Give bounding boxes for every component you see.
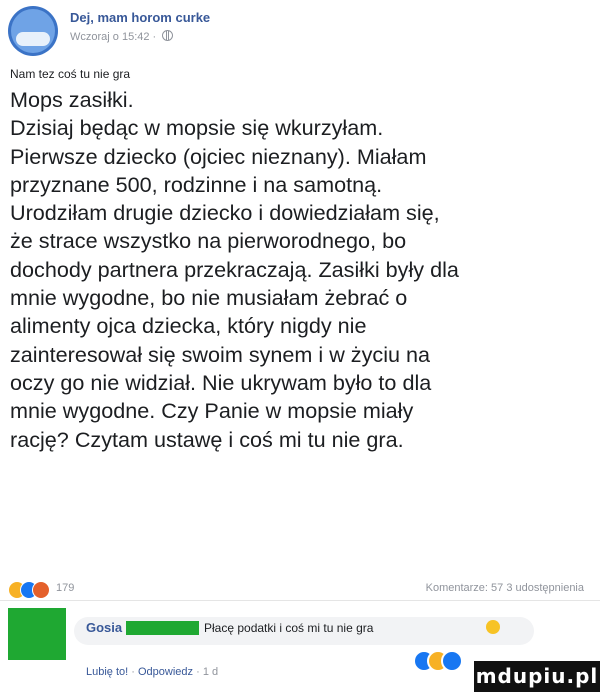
- avatar-cloud-icon: [16, 32, 50, 46]
- redaction-block: [126, 621, 199, 635]
- post-line: zainteresował się swoim synem i w życiu …: [10, 341, 431, 367]
- reaction-count[interactable]: 179: [56, 582, 74, 594]
- post-line: alimenty ojca dziecka, który nigdy nie: [10, 313, 367, 339]
- post-line: Urodziłam drugie dziecko i dowiedziałam …: [10, 200, 440, 226]
- post-line: dochody partnera przekraczają. Zasiłki b…: [10, 256, 459, 282]
- post-line: Pierwsze dziecko (ojciec nieznany). Miał…: [10, 143, 427, 169]
- post-meta: Wczoraj o 15:42 ·: [70, 30, 174, 43]
- page-avatar[interactable]: [8, 6, 58, 56]
- page-name-link[interactable]: Dej, mam horom curke: [70, 10, 210, 25]
- like-icon: [441, 650, 463, 672]
- comment-actions: Lubię to! · Odpowiedz · 1 d: [86, 666, 219, 678]
- comment-time[interactable]: 1 d: [203, 666, 218, 678]
- post-line: oczy go nie widział. Nie ukrywam było to…: [10, 369, 432, 395]
- post-line: przyznane 500, rodzinne i na samotną.: [10, 171, 383, 197]
- comment-text: Płacę podatki i coś mi tu nie gra: [204, 621, 374, 635]
- comment-reactions[interactable]: [413, 648, 473, 672]
- angry-icon: [32, 581, 50, 599]
- post-line: rację? Czytam ustawę i coś mi tu nie gra…: [10, 426, 404, 452]
- comments-shares-count[interactable]: Komentarze: 57 3 udostępnienia: [426, 582, 584, 594]
- post-header: Dej, mam horom curke Wczoraj o 15:42 ·: [8, 6, 592, 58]
- commenter-avatar[interactable]: [8, 608, 66, 660]
- globe-icon: [162, 30, 174, 41]
- post-line: mnie wygodne. Czy Panie w mopsie miały: [10, 398, 414, 424]
- post-line: mnie wygodne, bo nie musiałam żebrać o: [10, 285, 408, 311]
- divider: [0, 600, 600, 601]
- avatar-sky-icon: [11, 9, 55, 53]
- watermark: mdupiu.pl: [474, 661, 600, 692]
- post-line: że strace wszystko na pierworodnego, bo: [10, 228, 407, 254]
- comment-author[interactable]: Gosia: [86, 620, 122, 635]
- post-stats: 179 Komentarze: 57 3 udostępnienia: [8, 580, 592, 600]
- smile-emoji-icon: [486, 620, 500, 634]
- reply-link[interactable]: Odpowiedz: [138, 666, 193, 678]
- post-line: Dzisiaj będąc w mopsie się wkurzyłam.: [10, 115, 384, 141]
- like-link[interactable]: Lubię to!: [86, 666, 128, 678]
- post-line: Mops zasiłki.: [10, 87, 134, 112]
- post-body: Mops zasiłki. Dzisiaj będąc w mopsie się…: [10, 86, 595, 454]
- post-timestamp[interactable]: Wczoraj o 15:42 ·: [70, 31, 156, 43]
- post-intro: Nam tez coś tu nie gra: [10, 67, 131, 81]
